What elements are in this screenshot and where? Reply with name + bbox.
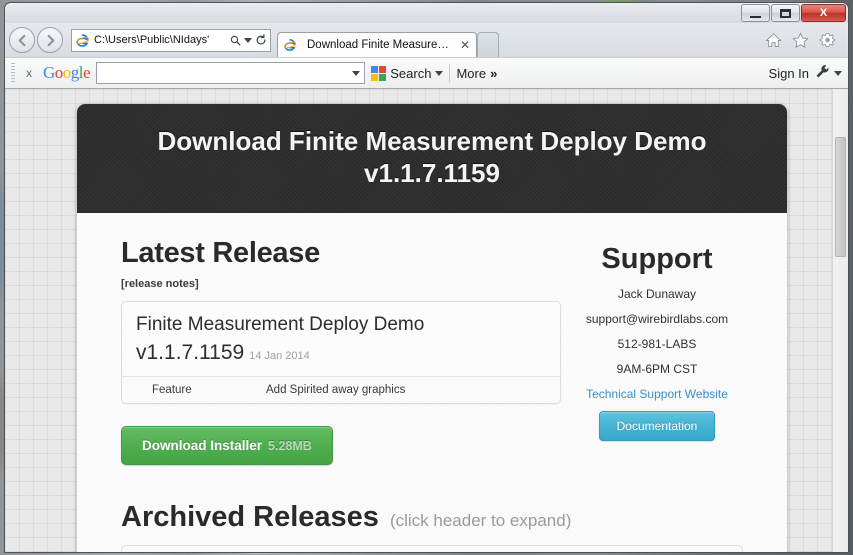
archived-releases-section: Archived Releases (click header to expan… [77, 465, 787, 552]
google-settings-button[interactable] [815, 64, 843, 82]
chevron-down-icon[interactable] [244, 37, 252, 43]
back-arrow-icon [18, 34, 25, 46]
forward-button[interactable] [37, 27, 63, 53]
maximize-button[interactable] [771, 4, 800, 22]
download-page-card: Download Finite Measurement Deploy Demo … [77, 104, 787, 552]
double-chevron-right-icon: » [490, 65, 498, 81]
address-bar[interactable]: C:\Users\Public\NIdays' [71, 28, 271, 52]
release-version: v1.1.7.1159 [136, 341, 245, 365]
page-title: Download Finite Measurement Deploy Demo … [157, 126, 707, 188]
address-text: C:\Users\Public\NIdays' [94, 34, 210, 46]
change-type: Feature [152, 384, 192, 397]
new-tab-button[interactable] [477, 32, 499, 57]
chevron-down-icon[interactable] [435, 70, 444, 76]
google-toolbar: x Google Search More » Sign In [5, 57, 848, 89]
change-description: Add Spirited away graphics [266, 384, 406, 397]
release-change-list: Feature Add Spirited away graphics [122, 376, 560, 404]
page-viewport: Download Finite Measurement Deploy Demo … [5, 89, 848, 552]
more-label: More [456, 65, 487, 81]
release-product-name: Finite Measurement Deploy Demo [136, 314, 425, 336]
download-installer-button[interactable]: Download Installer 5.28MB [121, 426, 333, 466]
support-email: support@wirebirdlabs.com [585, 312, 729, 327]
forward-arrow-icon [47, 34, 54, 46]
latest-release-title: Latest Release [121, 237, 320, 270]
chevron-down-icon[interactable] [834, 70, 843, 76]
home-icon[interactable] [765, 32, 782, 49]
favorites-star-icon[interactable] [792, 32, 809, 49]
documentation-button[interactable]: Documentation [598, 411, 716, 442]
google-toolbar-close-button[interactable]: x [21, 66, 37, 80]
support-column: Support Jack Dunaway support@wirebirdlab… [571, 239, 743, 465]
browser-window: X C:\Users\Public\NIdays' Download Finit… [4, 2, 849, 553]
close-button[interactable]: X [801, 4, 846, 22]
page-body: Latest Release [release notes] Finite Me… [77, 213, 787, 466]
scrollbar-thumb[interactable] [835, 137, 846, 257]
search-input[interactable] [101, 66, 353, 80]
page-scrollbar[interactable] [832, 89, 848, 552]
google-search-icon [371, 65, 387, 81]
release-date: 14 Jan 2014 [249, 350, 310, 363]
download-label: Download Installer [142, 438, 263, 454]
search-icon[interactable] [230, 35, 241, 46]
download-size: 5.28MB [268, 439, 312, 454]
search-button-label: Search [390, 65, 432, 81]
google-search-box[interactable] [96, 62, 366, 84]
settings-gear-icon[interactable] [819, 32, 836, 49]
toolbar-grip-icon[interactable] [11, 63, 15, 83]
release-card-header: Finite Measurement Deploy Demo v1.1.7.11… [122, 302, 560, 376]
ie-logo-icon [283, 38, 298, 53]
google-sign-in-button[interactable]: Sign In [769, 66, 809, 81]
archived-releases-header[interactable]: Archived Releases (click header to expan… [121, 501, 743, 534]
chevron-down-icon[interactable] [352, 70, 361, 76]
google-more-button[interactable]: More » [456, 66, 497, 81]
browser-tab[interactable]: Download Finite Measurem... ✕ [277, 32, 477, 57]
refresh-icon[interactable] [255, 34, 267, 46]
restore-icon [780, 8, 791, 18]
release-card: Finite Measurement Deploy Demo v1.1.7.11… [121, 301, 561, 405]
minimize-button[interactable] [741, 4, 770, 22]
archived-releases-hint: (click header to expand) [389, 511, 572, 531]
close-icon[interactable]: ✕ [460, 38, 470, 52]
latest-release-column: Latest Release [release notes] Finite Me… [121, 237, 561, 466]
browser-toolbar-icons [765, 32, 844, 49]
archived-release-panel[interactable] [121, 545, 743, 552]
window-controls: X [740, 4, 846, 22]
technical-support-website-link[interactable]: Technical Support Website [571, 387, 743, 401]
wrench-icon [815, 64, 830, 82]
browser-navigation-bar: C:\Users\Public\NIdays' Download Finite [5, 23, 848, 57]
minimize-icon [750, 15, 761, 18]
support-hours: 9AM-6PM CST [616, 362, 698, 377]
google-logo: Google [43, 63, 91, 82]
tab-strip: Download Finite Measurem... ✕ [277, 23, 499, 57]
window-titlebar[interactable]: X [5, 3, 848, 23]
release-version-line: v1.1.7.1159 14 Jan 2014 [136, 341, 546, 365]
archived-releases-title: Archived Releases [121, 501, 379, 534]
page-header: Download Finite Measurement Deploy Demo … [77, 104, 787, 213]
support-title: Support [601, 243, 713, 276]
back-button[interactable] [9, 27, 35, 53]
release-notes-link[interactable]: [release notes] [121, 278, 561, 290]
table-row: Feature Add Spirited away graphics [122, 377, 560, 403]
ie-logo-icon [75, 33, 90, 48]
tab-title: Download Finite Measurem... [307, 39, 453, 51]
support-phone: 512-981-LABS [617, 337, 697, 352]
toolbar-divider [449, 64, 451, 82]
support-contact-name: Jack Dunaway [617, 287, 697, 302]
sign-in-label: Sign In [768, 65, 810, 81]
google-search-button[interactable]: Search [371, 65, 444, 81]
